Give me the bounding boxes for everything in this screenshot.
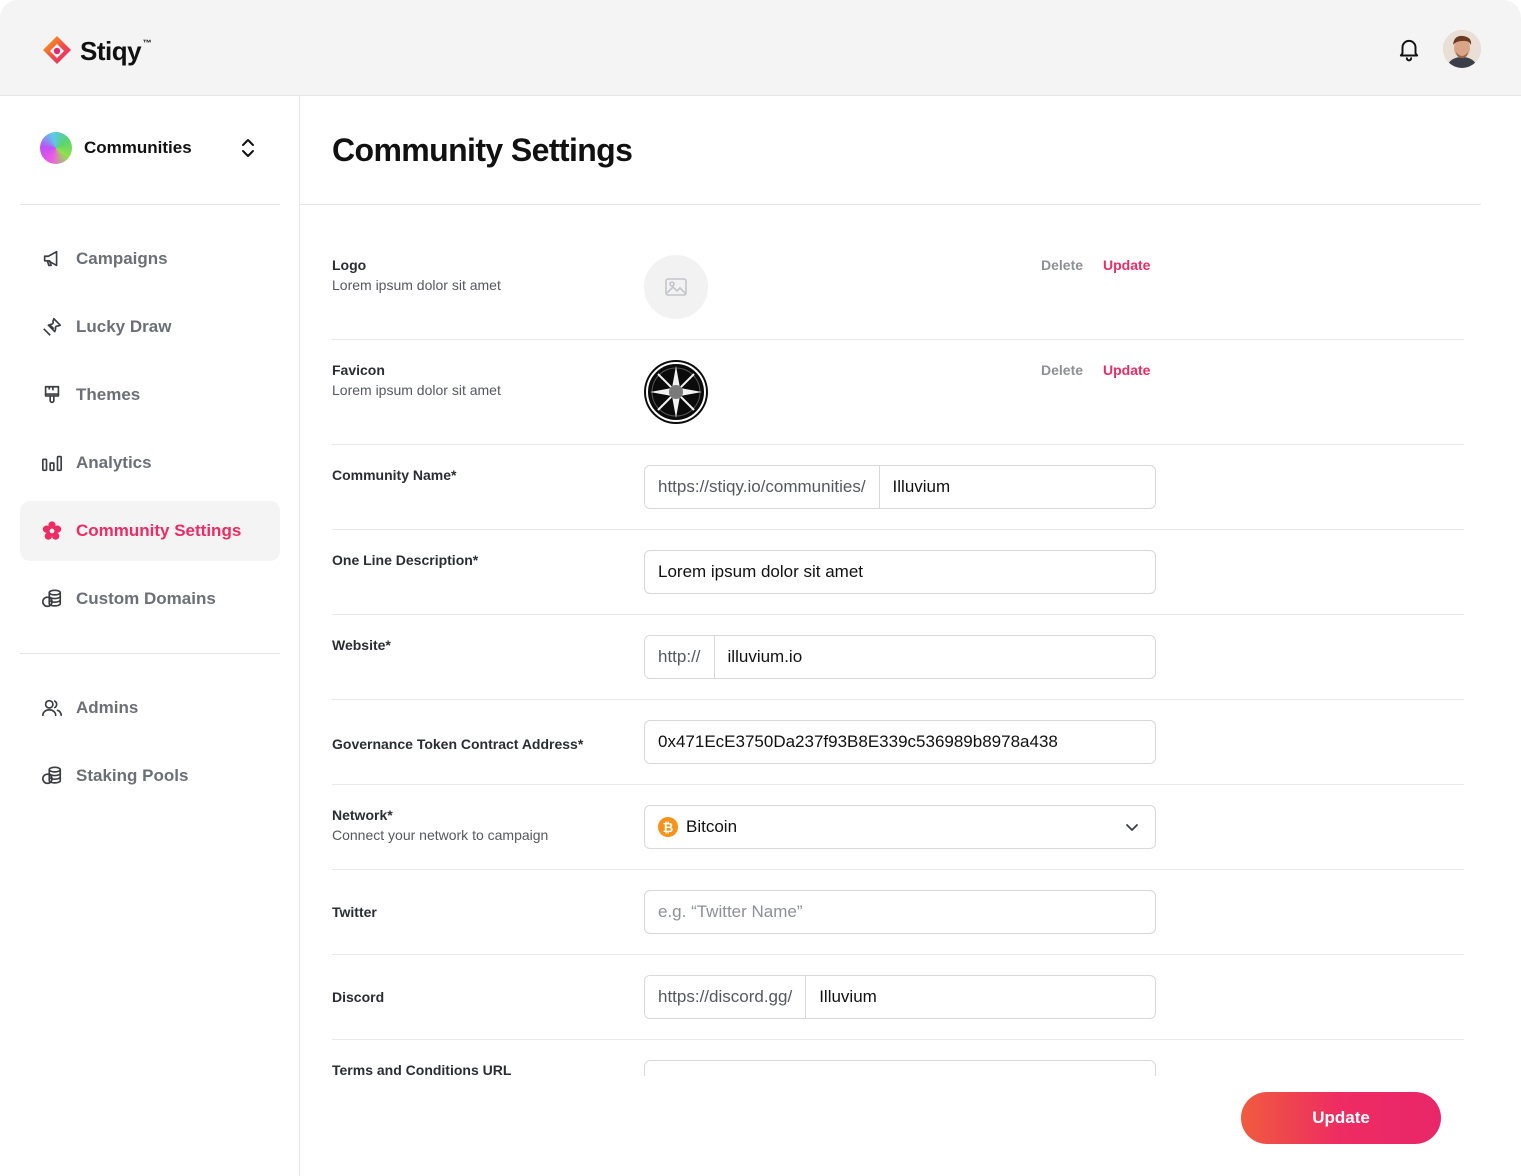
sidebar-item-label: Admins: [76, 698, 139, 717]
sidebar-divider: [20, 204, 280, 205]
sidebar-item-label: Themes: [76, 385, 141, 404]
brand-name: Stiqy ™: [80, 35, 152, 66]
main-content: Community Settings Logo Lorem ipsum dolo…: [300, 96, 1521, 1176]
megaphone-icon: [40, 247, 64, 271]
sidebar-item-label: Campaigns: [76, 249, 168, 268]
discord-prefix: https://discord.gg/: [645, 976, 807, 1018]
chevron-down-icon: [1126, 824, 1138, 831]
image-placeholder-icon: [665, 278, 687, 296]
website-prefix: http://: [645, 636, 715, 678]
update-button[interactable]: Update: [1241, 1092, 1441, 1144]
network-select[interactable]: ₿ Bitcoin: [644, 805, 1156, 849]
community-url-prefix: https://stiqy.io/communities/: [645, 466, 880, 508]
community-switcher[interactable]: Communities: [40, 132, 260, 164]
avatar[interactable]: [1443, 30, 1481, 68]
token-address-value[interactable]: 0x471EcE3750Da237f93B8E339c536989b8978a4…: [645, 721, 1071, 763]
discord-value[interactable]: Illuvium: [806, 976, 890, 1018]
coins-stack-icon: [40, 587, 64, 611]
network-label: Network*: [332, 807, 393, 823]
twitter-label: Twitter: [332, 904, 377, 920]
sidebar-item-lucky-draw[interactable]: Lucky Draw: [20, 297, 280, 357]
sidebar-item-label: Community Settings: [76, 521, 242, 540]
website-field[interactable]: http:// illuvium.io: [644, 635, 1156, 679]
sidebar-item-themes[interactable]: Themes: [20, 365, 280, 425]
community-switcher-label: Communities: [84, 138, 192, 157]
page-title: Community Settings: [332, 132, 633, 168]
terms-label: Terms and Conditions URL: [332, 1062, 512, 1076]
community-name-label: Community Name*: [332, 467, 457, 483]
token-row: Governance Token Contract Address* 0x471…: [332, 700, 1464, 785]
stiqy-logo-icon: [43, 36, 71, 64]
logo-update-button[interactable]: Update: [1103, 257, 1150, 273]
favicon-row: Favicon Lorem ipsum dolor sit amet Delet…: [332, 340, 1464, 445]
twitter-row: Twitter e.g. “Twitter Name”: [332, 870, 1464, 955]
community-avatar: [40, 132, 72, 164]
bitcoin-icon: ₿: [658, 817, 678, 837]
sidebar-item-label: Custom Domains: [76, 589, 216, 608]
logo-row: Logo Lorem ipsum dolor sit amet Delete U…: [332, 205, 1464, 340]
twitter-field[interactable]: e.g. “Twitter Name”: [644, 890, 1156, 934]
favicon-preview[interactable]: [644, 360, 708, 424]
sidebar-item-custom-domains[interactable]: Custom Domains: [20, 569, 280, 629]
sidebar-item-label: Analytics: [76, 453, 152, 472]
discord-row: Discord https://discord.gg/ Illuvium: [332, 955, 1464, 1040]
favicon-update-button[interactable]: Update: [1103, 362, 1150, 378]
logo-delete-button[interactable]: Delete: [1041, 257, 1083, 273]
top-bar: Stiqy ™: [0, 0, 1521, 96]
coins-stack-icon: [40, 764, 64, 788]
bell-icon[interactable]: [1396, 36, 1422, 62]
app-window: Stiqy ™ Communities Campaigns Lucky Draw…: [0, 0, 1521, 1176]
users-icon: [40, 696, 64, 720]
community-name-value[interactable]: Illuvium: [880, 466, 964, 508]
sidebar-item-analytics[interactable]: Analytics: [20, 433, 280, 493]
twitter-placeholder[interactable]: e.g. “Twitter Name”: [645, 891, 816, 933]
settings-flower-icon: [40, 519, 64, 543]
network-description: Connect your network to campaign: [332, 827, 549, 843]
sidebar-item-community-settings[interactable]: Community Settings: [20, 501, 280, 561]
ticket-icon: [40, 315, 64, 339]
logo-description: Lorem ipsum dolor sit amet: [332, 277, 501, 293]
website-row: Website* http:// illuvium.io: [332, 615, 1464, 700]
terms-url-field[interactable]: [644, 1060, 1156, 1076]
sidebar-item-label: Staking Pools: [76, 766, 189, 785]
description-field[interactable]: Lorem ipsum dolor sit amet: [644, 550, 1156, 594]
website-value[interactable]: illuvium.io: [715, 636, 816, 678]
logo-preview[interactable]: [644, 255, 708, 319]
token-label: Governance Token Contract Address*: [332, 736, 584, 752]
settings-form[interactable]: Logo Lorem ipsum dolor sit amet Delete U…: [300, 205, 1521, 1076]
sidebar-item-staking-pools[interactable]: Staking Pools: [20, 746, 280, 806]
favicon-delete-button[interactable]: Delete: [1041, 362, 1083, 378]
compass-icon: [646, 362, 706, 422]
discord-field[interactable]: https://discord.gg/ Illuvium: [644, 975, 1156, 1019]
brand-logo[interactable]: Stiqy ™: [40, 34, 152, 68]
discord-label: Discord: [332, 989, 385, 1005]
sidebar: Communities Campaigns Lucky Draw Themes …: [0, 96, 300, 1176]
community-name-field[interactable]: https://stiqy.io/communities/ Illuvium: [644, 465, 1156, 509]
favicon-description: Lorem ipsum dolor sit amet: [332, 382, 501, 398]
favicon-label: Favicon: [332, 362, 385, 378]
bar-chart-icon: [40, 451, 64, 475]
description-value[interactable]: Lorem ipsum dolor sit amet: [645, 551, 876, 593]
logo-label: Logo: [332, 257, 367, 273]
token-address-field[interactable]: 0x471EcE3750Da237f93B8E339c536989b8978a4…: [644, 720, 1156, 764]
paintbrush-icon: [40, 383, 64, 407]
sidebar-item-label: Lucky Draw: [76, 317, 172, 336]
sidebar-item-campaigns[interactable]: Campaigns: [20, 229, 280, 289]
network-value: Bitcoin: [686, 817, 738, 836]
description-row: One Line Description* Lorem ipsum dolor …: [332, 530, 1464, 615]
network-row: Network* Connect your network to campaig…: [332, 785, 1464, 870]
sidebar-divider: [20, 653, 280, 654]
website-label: Website*: [332, 637, 391, 653]
community-name-row: Community Name* https://stiqy.io/communi…: [332, 445, 1464, 530]
description-label: One Line Description*: [332, 552, 479, 568]
terms-row: Terms and Conditions URL: [332, 1040, 1464, 1076]
chevron-updown-icon: [242, 139, 254, 157]
sidebar-item-admins[interactable]: Admins: [20, 678, 280, 738]
